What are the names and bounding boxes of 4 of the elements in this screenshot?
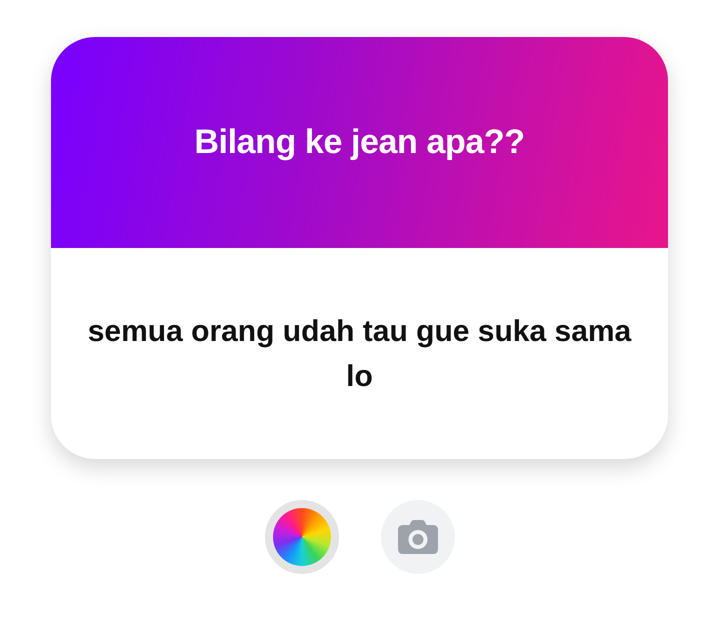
color-wheel-icon <box>272 508 330 566</box>
answer-text: semua orang udah tau gue suka sama lo <box>86 314 632 394</box>
camera-icon <box>398 520 438 554</box>
question-title: Bilang ke jean apa?? <box>194 123 525 162</box>
